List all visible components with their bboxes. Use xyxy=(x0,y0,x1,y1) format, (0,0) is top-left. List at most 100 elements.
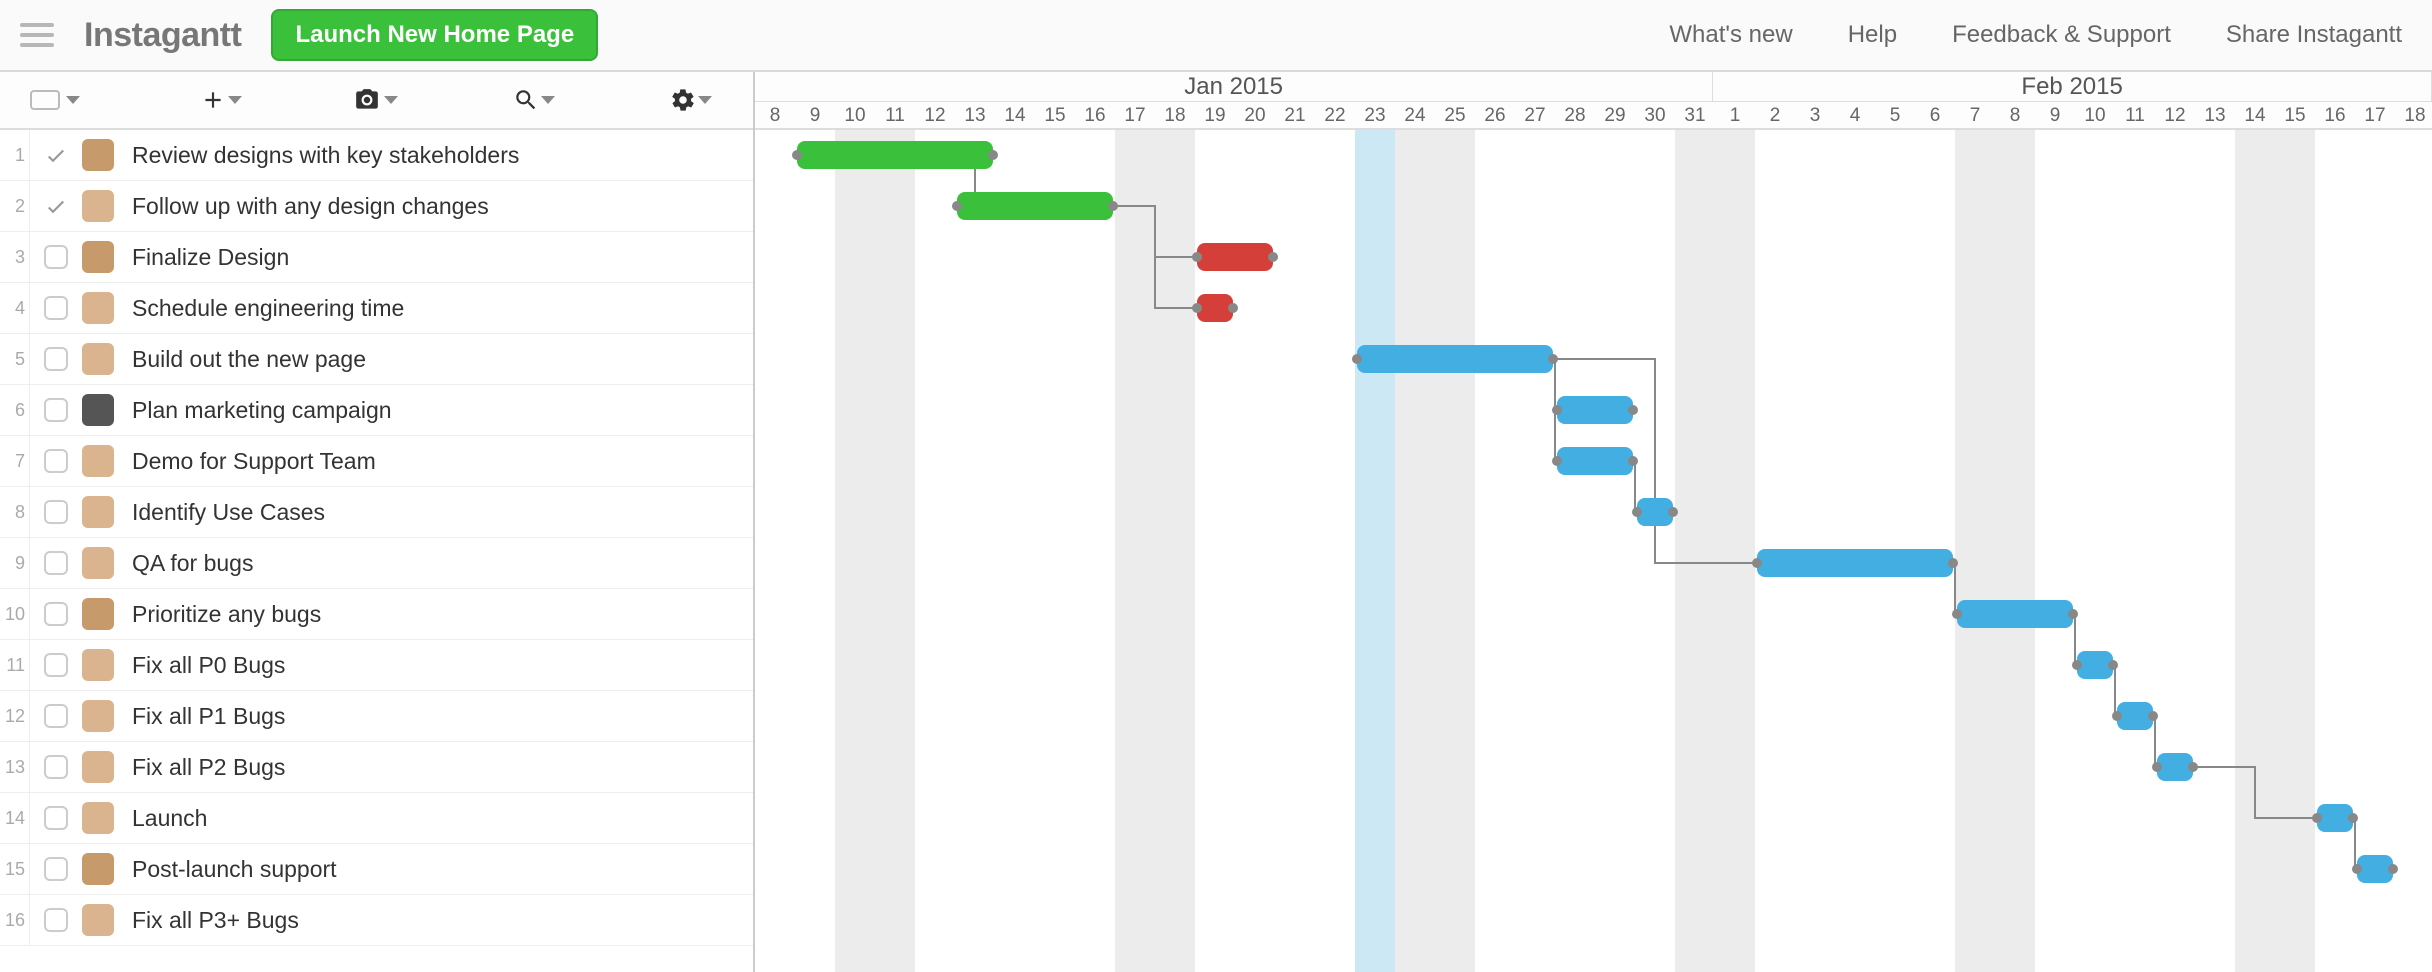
bar-end-handle[interactable] xyxy=(1668,507,1678,517)
assignee-avatar[interactable] xyxy=(82,547,114,579)
task-name[interactable]: Demo for Support Team xyxy=(132,448,376,475)
assignee-avatar[interactable] xyxy=(82,853,114,885)
assignee-avatar[interactable] xyxy=(82,598,114,630)
task-checkbox[interactable] xyxy=(44,908,68,932)
task-checkbox[interactable] xyxy=(44,704,68,728)
gantt-bar[interactable] xyxy=(2077,651,2113,679)
link-share[interactable]: Share Instagantt xyxy=(2226,21,2402,49)
bar-end-handle[interactable] xyxy=(2188,762,2198,772)
menu-icon[interactable] xyxy=(20,23,54,47)
task-row[interactable]: 8Identify Use Cases xyxy=(0,487,753,538)
task-name[interactable]: Launch xyxy=(132,805,207,832)
task-checkbox[interactable] xyxy=(44,602,68,626)
gantt-bar[interactable] xyxy=(797,141,993,169)
link-whats-new[interactable]: What's new xyxy=(1669,21,1792,49)
bar-end-handle[interactable] xyxy=(988,150,998,160)
task-name[interactable]: Build out the new page xyxy=(132,346,366,373)
gantt-bar[interactable] xyxy=(2117,702,2153,730)
bar-end-handle[interactable] xyxy=(1948,558,1958,568)
bar-end-handle[interactable] xyxy=(1628,405,1638,415)
bar-start-handle[interactable] xyxy=(1552,405,1562,415)
task-checkbox[interactable] xyxy=(44,500,68,524)
task-name[interactable]: Schedule engineering time xyxy=(132,295,404,322)
assignee-avatar[interactable] xyxy=(82,700,114,732)
project-button[interactable]: Launch New Home Page xyxy=(271,9,598,61)
bar-start-handle[interactable] xyxy=(1752,558,1762,568)
bar-start-handle[interactable] xyxy=(952,201,962,211)
task-name[interactable]: Fix all P2 Bugs xyxy=(132,754,285,781)
task-checkbox[interactable] xyxy=(44,398,68,422)
task-checkbox[interactable] xyxy=(44,194,68,218)
task-name[interactable]: QA for bugs xyxy=(132,550,253,577)
bar-end-handle[interactable] xyxy=(2068,609,2078,619)
task-row[interactable]: 15Post-launch support xyxy=(0,844,753,895)
bar-end-handle[interactable] xyxy=(2348,813,2358,823)
bar-start-handle[interactable] xyxy=(2072,660,2082,670)
task-row[interactable]: 7Demo for Support Team xyxy=(0,436,753,487)
bar-start-handle[interactable] xyxy=(2312,813,2322,823)
task-name[interactable]: Identify Use Cases xyxy=(132,499,325,526)
assignee-avatar[interactable] xyxy=(82,190,114,222)
task-checkbox[interactable] xyxy=(44,143,68,167)
task-checkbox[interactable] xyxy=(44,296,68,320)
task-name[interactable]: Follow up with any design changes xyxy=(132,193,489,220)
gantt-bar[interactable] xyxy=(2317,804,2353,832)
gantt-bar[interactable] xyxy=(1957,600,2073,628)
link-help[interactable]: Help xyxy=(1848,21,1897,49)
bar-start-handle[interactable] xyxy=(1552,456,1562,466)
gantt-chart[interactable]: Jan 2015Feb 2015 89101112131415161718192… xyxy=(755,72,2432,972)
task-name[interactable]: Review designs with key stakeholders xyxy=(132,142,519,169)
task-row[interactable]: 9QA for bugs xyxy=(0,538,753,589)
select-all-checkbox[interactable] xyxy=(0,90,80,110)
bar-start-handle[interactable] xyxy=(1952,609,1962,619)
task-row[interactable]: 10Prioritize any bugs xyxy=(0,589,753,640)
bar-end-handle[interactable] xyxy=(2108,660,2118,670)
bar-end-handle[interactable] xyxy=(1268,252,1278,262)
assignee-avatar[interactable] xyxy=(82,139,114,171)
task-row[interactable]: 6Plan marketing campaign xyxy=(0,385,753,436)
task-name[interactable]: Plan marketing campaign xyxy=(132,397,392,424)
task-row[interactable]: 11Fix all P0 Bugs xyxy=(0,640,753,691)
task-checkbox[interactable] xyxy=(44,347,68,371)
task-name[interactable]: Fix all P1 Bugs xyxy=(132,703,285,730)
bar-end-handle[interactable] xyxy=(1548,354,1558,364)
task-row[interactable]: 16Fix all P3+ Bugs xyxy=(0,895,753,946)
gantt-bar[interactable] xyxy=(1357,345,1553,373)
assignee-avatar[interactable] xyxy=(82,802,114,834)
gantt-bar[interactable] xyxy=(957,192,1113,220)
assignee-avatar[interactable] xyxy=(82,394,114,426)
assignee-avatar[interactable] xyxy=(82,751,114,783)
task-row[interactable]: 3Finalize Design xyxy=(0,232,753,283)
link-feedback[interactable]: Feedback & Support xyxy=(1952,21,2171,49)
task-checkbox[interactable] xyxy=(44,755,68,779)
task-checkbox[interactable] xyxy=(44,806,68,830)
zoom-button[interactable] xyxy=(513,87,555,113)
assignee-avatar[interactable] xyxy=(82,904,114,936)
bar-start-handle[interactable] xyxy=(792,150,802,160)
task-row[interactable]: 13Fix all P2 Bugs xyxy=(0,742,753,793)
task-checkbox[interactable] xyxy=(44,653,68,677)
gantt-bar[interactable] xyxy=(2357,855,2393,883)
gantt-bar[interactable] xyxy=(1557,447,1633,475)
bar-end-handle[interactable] xyxy=(1108,201,1118,211)
gantt-bar[interactable] xyxy=(1637,498,1673,526)
task-name[interactable]: Fix all P3+ Bugs xyxy=(132,907,299,934)
task-row[interactable]: 12Fix all P1 Bugs xyxy=(0,691,753,742)
assignee-avatar[interactable] xyxy=(82,241,114,273)
gantt-bar[interactable] xyxy=(1757,549,1953,577)
task-row[interactable]: 2Follow up with any design changes xyxy=(0,181,753,232)
bar-end-handle[interactable] xyxy=(1228,303,1238,313)
gantt-bar[interactable] xyxy=(2157,753,2193,781)
task-checkbox[interactable] xyxy=(44,449,68,473)
bar-end-handle[interactable] xyxy=(2388,864,2398,874)
bar-start-handle[interactable] xyxy=(1352,354,1362,364)
task-name[interactable]: Post-launch support xyxy=(132,856,337,883)
add-button[interactable] xyxy=(200,87,242,113)
bar-end-handle[interactable] xyxy=(1628,456,1638,466)
task-name[interactable]: Fix all P0 Bugs xyxy=(132,652,285,679)
camera-button[interactable] xyxy=(352,87,398,113)
task-checkbox[interactable] xyxy=(44,551,68,575)
bar-start-handle[interactable] xyxy=(2152,762,2162,772)
assignee-avatar[interactable] xyxy=(82,292,114,324)
gantt-body[interactable] xyxy=(755,130,2432,972)
